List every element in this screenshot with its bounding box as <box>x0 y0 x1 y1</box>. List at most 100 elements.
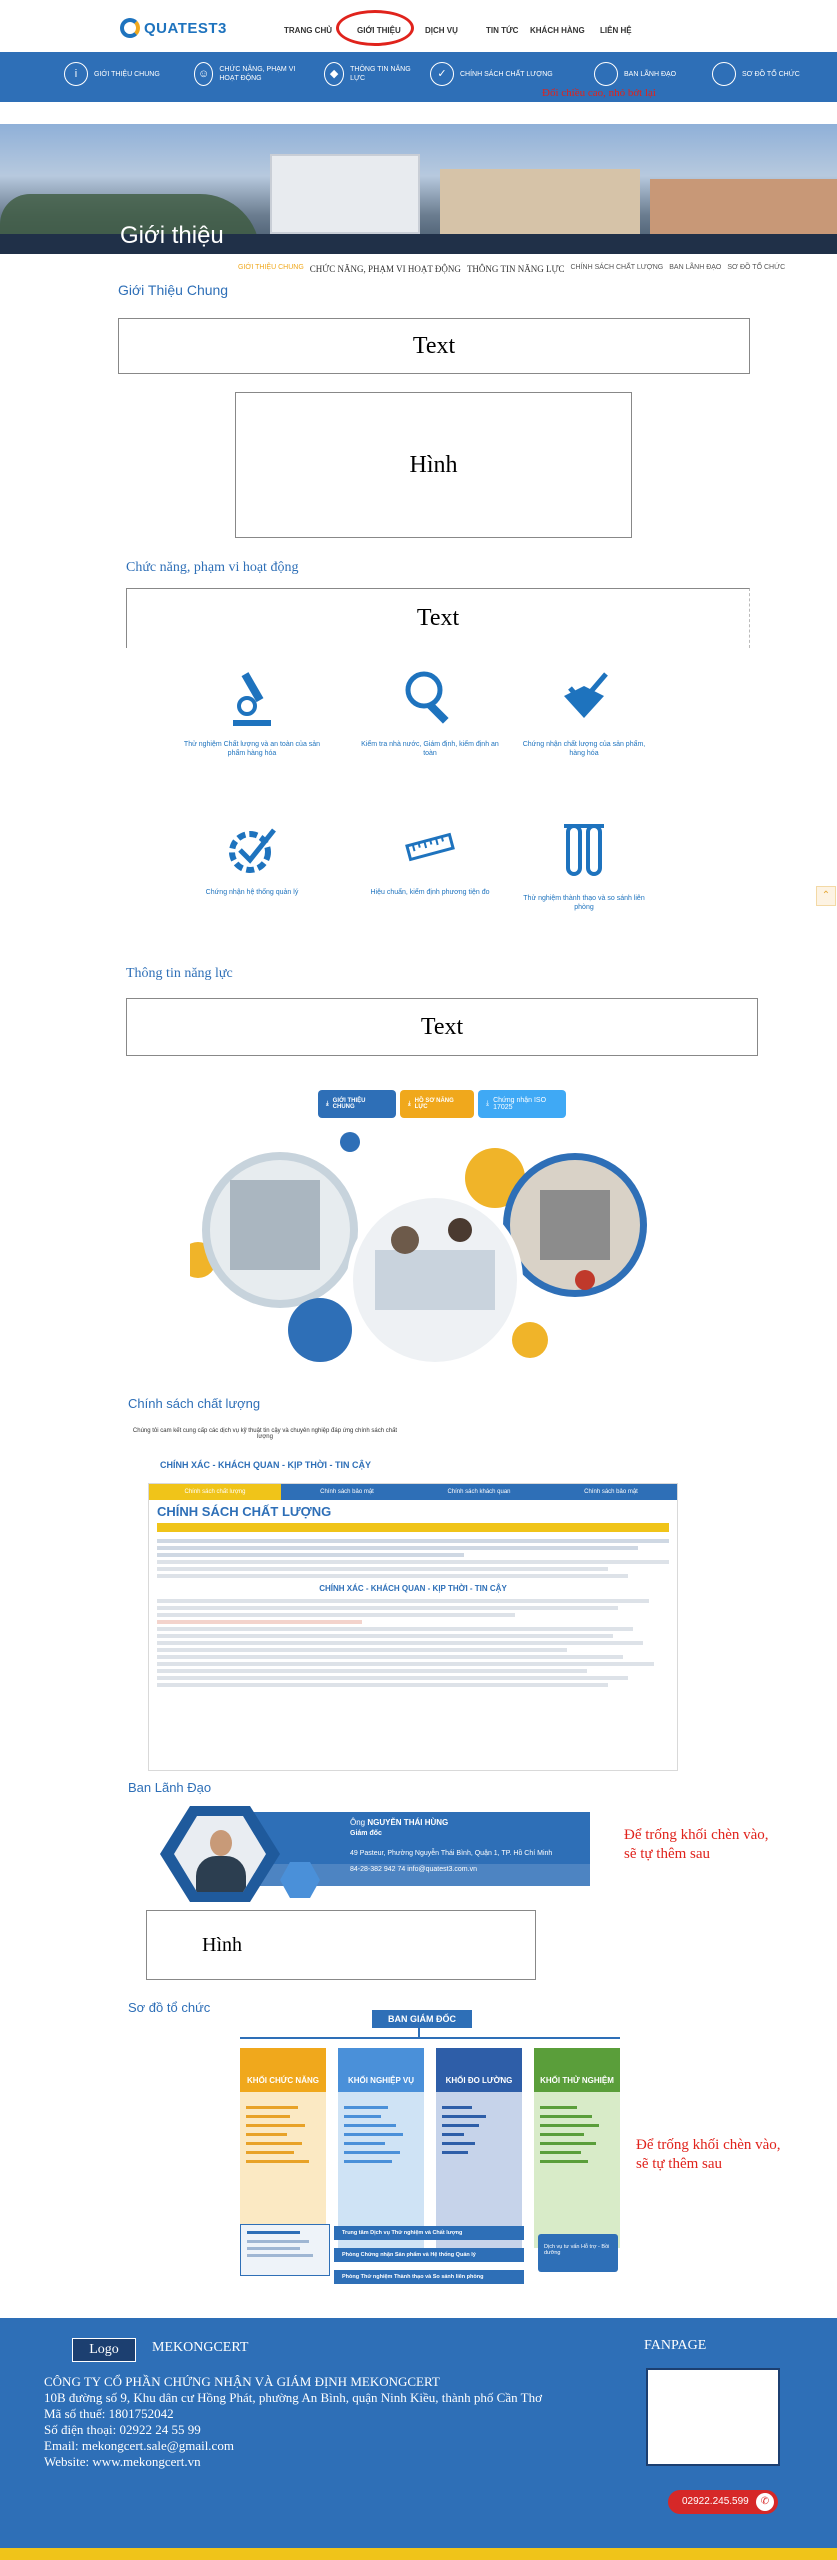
section-title-policy: Chính sách chất lượng <box>128 1396 261 1411</box>
policy-doc-subtitle: CHÍNH XÁC - KHÁCH QUAN - KỊP THỜI - TIN … <box>319 1584 507 1593</box>
iso-cert-button[interactable]: ⤓ Chứng nhận ISO 17025 <box>478 1090 566 1118</box>
leadership-note: Để trống khối chèn vào, sẽ tự thêm sau <box>624 1826 769 1864</box>
tab-org[interactable]: SƠ ĐỒ TỔ CHỨC <box>727 264 785 274</box>
feature-testing[interactable]: Thử nghiệm Chất lượng và an toàn của sản… <box>182 668 322 758</box>
hero-building <box>270 154 420 234</box>
org-row: Phòng Thử nghiệm Thành thạo và So sánh l… <box>334 2270 524 2284</box>
ruler-icon <box>405 832 455 862</box>
user-icon: ☺ <box>194 62 214 86</box>
logo-text: QUATEST3 <box>144 19 227 37</box>
subnav-label: BAN LÃNH ĐẠO <box>624 70 677 78</box>
tab-leadership[interactable]: BAN LÃNH ĐẠO <box>669 264 721 274</box>
subnav-item-capacity[interactable]: ◆ THÔNG TIN NĂNG LỰC <box>324 62 414 86</box>
nav-news[interactable]: TIN TỨC <box>486 26 518 35</box>
policy-tab-objective[interactable]: Chính sách khách quan <box>413 1484 545 1500</box>
note-line: sẽ tự thêm sau <box>624 1846 711 1862</box>
about-subnav: i GIỚI THIỆU CHUNG ☺ CHỨC NĂNG, PHẠM VI … <box>0 52 837 102</box>
tab-policy[interactable]: CHÍNH SÁCH CHẤT LƯỢNG <box>571 264 664 274</box>
hotline-number: 02922.245.599 <box>682 2496 749 2507</box>
subnav-item-leadership[interactable]: BAN LÃNH ĐẠO <box>594 62 676 86</box>
feature-product-cert[interactable]: Chứng nhận chất lượng của sản phẩm, hàng… <box>514 668 654 758</box>
button-label: Chứng nhận ISO 17025 <box>493 1097 547 1111</box>
nav-services[interactable]: DỊCH VỤ <box>425 26 458 35</box>
org-column-testing: KHỐI THỬ NGHIỆM <box>534 2048 620 2248</box>
policy-intro-text: Chúng tôi cam kết cung cấp các dịch vụ k… <box>132 1428 398 1440</box>
capacity-profile-button[interactable]: ⤓ HỒ SƠ NĂNG LỰC <box>400 1090 474 1118</box>
section-title-capacity: Thông tin năng lực <box>126 966 233 981</box>
feature-system-cert[interactable]: Chứng nhận hệ thống quản lý <box>182 822 322 897</box>
hotline-button[interactable]: 02922.245.599 ✆ <box>668 2490 778 2514</box>
leader-name: NGUYỄN THÁI HÙNG <box>367 1818 449 1827</box>
nav-home[interactable]: TRANG CHỦ <box>284 26 332 35</box>
org-top-box: BAN GIÁM ĐỐC <box>372 2010 472 2028</box>
gear-check-icon <box>229 828 276 873</box>
org-row: Phòng Chứng nhận Sản phẩm và Hệ thống Qu… <box>334 2248 524 2262</box>
site-logo[interactable]: QUATEST3 <box>120 18 227 38</box>
nav-customers[interactable]: KHÁCH HÀNG <box>530 26 585 35</box>
feature-calibration[interactable]: Hiệu chuẩn, kiểm định phương tiện đo <box>360 822 500 897</box>
section-title-intro: Giới Thiệu Chung <box>118 282 229 298</box>
org-column-operations: KHỐI NGHIỆP VỤ <box>338 2048 424 2248</box>
policy-tab-quality[interactable]: Chính sách chất lượng <box>149 1484 281 1500</box>
test-tube-icon <box>564 824 604 876</box>
feature-label: Hiệu chuẩn, kiểm định phương tiện đo <box>370 889 490 896</box>
policy-doc-highlight <box>157 1523 669 1532</box>
feature-proficiency[interactable]: Thử nghiệm thành thạo và so sánh liên ph… <box>514 822 654 912</box>
footer-tax: Mã số thuế: 1801752042 <box>44 2406 174 2421</box>
leader-name-line: Ông NGUYỄN THÁI HÙNG <box>350 1818 448 1827</box>
tab-general[interactable]: GIỚI THIỆU CHUNG <box>238 264 304 274</box>
org-column-title: KHỐI ĐO LƯỜNG <box>436 2048 522 2092</box>
magnifier-icon <box>405 671 449 724</box>
org-board-box <box>240 2224 330 2276</box>
hero-building <box>440 169 640 239</box>
footer-bottom-bar <box>0 2548 837 2560</box>
functions-text-box: Text <box>126 588 750 648</box>
fanpage-embed[interactable] <box>646 2368 780 2466</box>
footer-fanpage-title: FANPAGE <box>644 2338 707 2353</box>
logo-mark-icon <box>120 18 140 38</box>
feature-label: Kiểm tra nhà nước, Giám định, kiểm định … <box>361 741 499 757</box>
subnav-item-org[interactable]: SƠ ĐỒ TỔ CHỨC <box>712 62 800 86</box>
download-icon: ⤓ <box>408 1100 411 1107</box>
subnav-item-functions[interactable]: ☺ CHỨC NĂNG, PHẠM VI HOẠT ĐỘNG <box>194 62 314 86</box>
tab-functions[interactable]: CHỨC NĂNG, PHẠM VI HOẠT ĐỘNG <box>310 264 461 274</box>
footer-logo[interactable]: Logo <box>72 2338 136 2362</box>
intro-image-box: Hình <box>235 392 632 538</box>
org-column-title: KHỐI CHỨC NĂNG <box>240 2048 326 2092</box>
subnav-label: GIỚI THIỆU CHUNG <box>94 70 160 78</box>
note-line: sẽ tự thêm sau <box>636 2156 723 2172</box>
subnav-item-general[interactable]: i GIỚI THIỆU CHUNG <box>64 62 160 86</box>
tab-capacity[interactable]: THÔNG TIN NĂNG LỰC <box>467 264 565 274</box>
hero-title: Giới thiệu <box>120 222 224 249</box>
footer-website[interactable]: Website: www.mekongcert.vn <box>44 2454 542 2470</box>
leader-contact: 84-28-382 942 74 info@quatest3.com.vn <box>350 1866 477 1873</box>
people-icon <box>594 62 618 86</box>
policy-tab-security[interactable]: Chính sách bảo mật <box>281 1484 413 1500</box>
scroll-top-icon[interactable]: ⌃ <box>816 886 836 906</box>
policy-document: Chính sách chất lượng Chính sách bảo mật… <box>148 1483 678 1771</box>
general-intro-button[interactable]: ⤓ GIỚI THIỆU CHUNG <box>318 1090 396 1118</box>
subnav-item-policy[interactable]: ✓ CHÍNH SÁCH CHẤT LƯỢNG <box>430 62 553 86</box>
policy-tab-bar: Chính sách chất lượng Chính sách bảo mật… <box>149 1484 677 1500</box>
footer-email[interactable]: Email: mekongcert.sale@gmail.com <box>44 2438 542 2454</box>
feature-inspection[interactable]: Kiểm tra nhà nước, Giám định, kiểm định … <box>360 668 500 758</box>
note-line: Để trống khối chèn vào, <box>636 2137 781 2153</box>
feature-label: Chứng nhận hệ thống quản lý <box>205 889 299 896</box>
top-navbar: QUATEST3 TRANG CHỦ GIỚI THIỆU DỊCH VỤ TI… <box>0 0 837 52</box>
footer-brand: MEKONGCERT <box>152 2340 249 2355</box>
org-icon <box>712 62 736 86</box>
button-label: GIỚI THIỆU CHUNG <box>332 1098 366 1110</box>
nav-contact[interactable]: LIÊN HỆ <box>600 26 632 35</box>
leader-card: Ông NGUYỄN THÁI HÙNG Giám đốc 49 Pasteur… <box>160 1806 590 1902</box>
intro-text-box: Text <box>118 318 750 374</box>
lab-collage-image <box>190 1132 647 1368</box>
download-icon: ⤓ <box>486 1100 490 1107</box>
footer-address: 10B đường số 9, Khu dân cư Hồng Phát, ph… <box>44 2390 542 2405</box>
org-column-title: KHỐI THỬ NGHIỆM <box>534 2048 620 2092</box>
section-title-functions: Chức năng, phạm vi hoạt động <box>126 560 299 575</box>
subnav-label: SƠ ĐỒ TỔ CHỨC <box>742 70 800 78</box>
policy-doc-body: CHÍNH XÁC - KHÁCH QUAN - KỊP THỜI - TIN … <box>149 1532 677 1694</box>
policy-tab-privacy[interactable]: Chính sách bảo mật <box>545 1484 677 1500</box>
phone-icon: ✆ <box>756 2493 774 2511</box>
leadership-image-box: Hình <box>146 1910 536 1980</box>
